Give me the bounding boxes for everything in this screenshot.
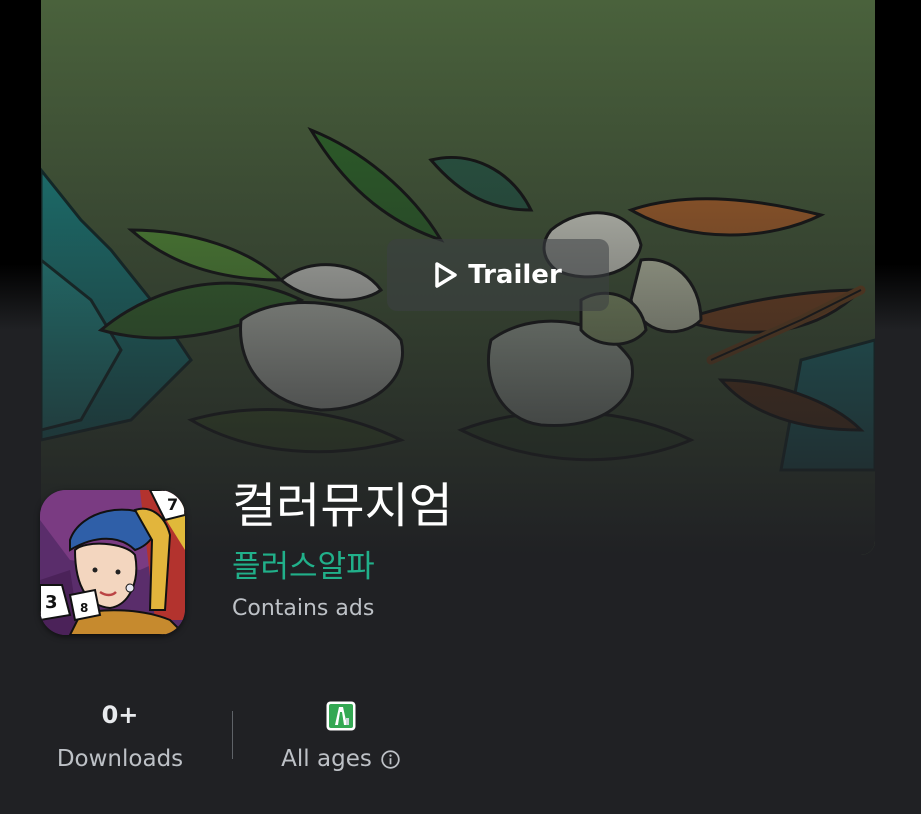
downloads-label: Downloads [56, 746, 184, 772]
icon-number-7: 7 [167, 495, 178, 514]
content-rating-label: All ages [281, 746, 372, 772]
icon-number-3: 3 [45, 592, 58, 613]
downloads-count: 0+ [101, 701, 139, 729]
stats-divider [232, 711, 233, 759]
app-details-page: Trailer 7 3 8 컬러뮤지엄 플러스알파 Contains ads 0… [0, 0, 921, 814]
downloads-stat: 0+ Downloads [40, 698, 200, 776]
age-rating-all-icon [326, 701, 356, 731]
content-rating-stat: All ages [262, 698, 420, 776]
info-icon[interactable] [380, 749, 401, 770]
contains-ads-note: Contains ads [232, 596, 375, 621]
trailer-label: Trailer [468, 260, 562, 290]
feature-graphic[interactable]: Trailer [41, 0, 875, 555]
app-title: 컬러뮤지엄 [232, 478, 453, 534]
trailer-button[interactable]: Trailer [387, 239, 609, 311]
app-icon: 7 3 8 [40, 490, 185, 635]
content-rating-row: All ages [262, 742, 420, 776]
developer-link[interactable]: 플러스알파 [232, 546, 375, 588]
play-icon [435, 262, 457, 288]
icon-number-8: 8 [80, 601, 88, 615]
content-rating-badge-wrap [262, 698, 420, 732]
